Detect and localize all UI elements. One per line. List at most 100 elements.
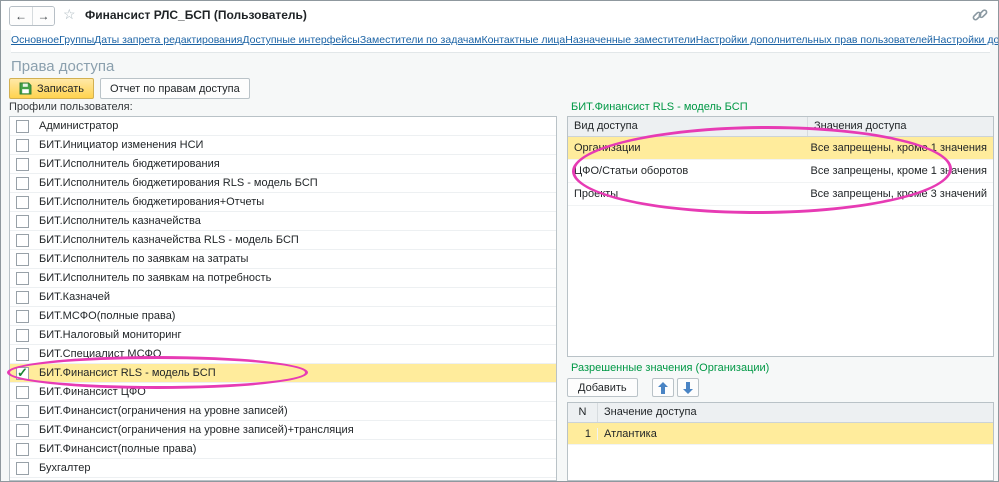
profile-checkbox[interactable] [16, 310, 29, 323]
nav-link[interactable]: Даты запрета редактирования [94, 34, 242, 46]
chain-icon [972, 7, 988, 23]
profile-row[interactable]: БИТ.Исполнитель бюджетирования RLS - мод… [10, 174, 556, 193]
nav-link[interactable]: Заместители по задачам [360, 34, 482, 46]
profile-checkbox[interactable] [16, 177, 29, 190]
profile-label: БИТ.Специалист МСФО [39, 348, 161, 360]
allowed-values-header: N Значение доступа [568, 403, 993, 423]
profile-row[interactable]: Бухгалтер [10, 459, 556, 478]
allowed-values-title: Разрешенные значения (Организации) [571, 362, 769, 374]
add-button[interactable]: Добавить [567, 378, 638, 397]
profile-checkbox[interactable] [16, 348, 29, 361]
profile-row[interactable]: Администратор [10, 117, 556, 136]
profile-label: БИТ.Исполнитель казначейства [39, 215, 201, 227]
profile-checkbox[interactable] [16, 329, 29, 342]
nav-link[interactable]: Назначенные заместители [565, 34, 696, 46]
profile-checkbox[interactable] [16, 196, 29, 209]
forward-button[interactable]: → [32, 7, 54, 25]
access-kinds-header: Вид доступа Значения доступа [568, 117, 993, 137]
access-kind-row[interactable]: ЦФО/Статьи оборотовВсе запрещены, кроме … [568, 160, 993, 183]
move-up-button[interactable] [652, 378, 674, 397]
profile-row[interactable]: БИТ.Инициатор изменения НСИ [10, 136, 556, 155]
move-down-button[interactable] [677, 378, 699, 397]
profile-checkbox[interactable] [16, 291, 29, 304]
profile-label: БИТ.Финансист RLS - модель БСП [39, 367, 216, 379]
profile-label: БИТ.Исполнитель по заявкам на потребност… [39, 272, 271, 284]
nav-link[interactable]: Контактные лица [481, 34, 565, 46]
profile-label: БИТ.Исполнитель казначейства RLS - модел… [39, 234, 299, 246]
profile-label: Бухгалтер [39, 462, 90, 474]
profile-checkbox[interactable] [16, 215, 29, 228]
nav-link[interactable]: Доступные интерфейсы [242, 34, 359, 46]
profile-row[interactable]: БИТ.Исполнитель бюджетирования+Отчеты [10, 193, 556, 212]
profile-row[interactable]: БИТ.Исполнитель по заявкам на затраты [10, 250, 556, 269]
report-button-label: Отчет по правам доступа [110, 83, 240, 95]
save-button[interactable]: Записать [9, 78, 94, 99]
profiles-list: Администратор БИТ.Инициатор изменения НСИ… [9, 116, 557, 481]
profile-checkbox[interactable] [16, 158, 29, 171]
access-kinds-table: Вид доступа Значения доступа Организации… [567, 116, 994, 357]
profile-checkbox[interactable] [16, 386, 29, 399]
access-value-cell: Все запрещены, кроме 1 значения [805, 142, 993, 154]
profile-row[interactable]: БИТ.Исполнитель бюджетирования [10, 155, 556, 174]
profile-checkbox[interactable] [16, 443, 29, 456]
allowed-values-rows: 1Атлантика [568, 423, 993, 445]
nav-link[interactable]: Основное [11, 34, 59, 46]
save-button-label: Записать [37, 83, 84, 95]
profile-label: БИТ.Финансист(полные права) [39, 443, 196, 455]
column-header-access-values[interactable]: Значения доступа [808, 117, 993, 136]
access-value-cell: Все запрещены, кроме 1 значения [805, 165, 993, 177]
column-header-access-kind[interactable]: Вид доступа [568, 117, 808, 136]
profile-checkbox[interactable] [16, 234, 29, 247]
profile-label: БИТ.Казначей [39, 291, 110, 303]
access-kinds-title: БИТ.Финансист RLS - модель БСП [571, 101, 748, 113]
profile-label: БИТ.Инициатор изменения НСИ [39, 139, 203, 151]
profile-row[interactable]: БИТ.Исполнитель казначейства RLS - модел… [10, 231, 556, 250]
get-link-icon[interactable] [972, 7, 988, 28]
profile-row[interactable]: БИТ.Исполнитель по заявкам на потребност… [10, 269, 556, 288]
nav-link[interactable]: Группы [59, 34, 94, 46]
profile-row[interactable]: БИТ.МСФО(полные права) [10, 307, 556, 326]
nav-link[interactable]: Настройки доступности вариантов [933, 34, 999, 46]
profile-row[interactable]: БИТ.Казначей [10, 288, 556, 307]
back-button[interactable]: ← [10, 7, 32, 25]
profile-row[interactable]: БИТ.Финансист(ограничения на уровне запи… [10, 421, 556, 440]
arrow-down-icon [683, 382, 693, 394]
profile-checkbox[interactable] [16, 424, 29, 437]
access-kind-row[interactable]: ПроектыВсе запрещены, кроме 3 значений [568, 183, 993, 206]
allowed-value-row[interactable]: 1Атлантика [568, 423, 993, 445]
profile-row[interactable]: БИТ.Финансист(полные права) [10, 440, 556, 459]
nav-link[interactable]: Настройки дополнительных прав пользовате… [696, 34, 933, 46]
allowed-values-table: N Значение доступа 1Атлантика [567, 402, 994, 481]
title-bar: ← → ☆ Финансист РЛС_БСП (Пользователь) [1, 1, 998, 30]
access-report-button[interactable]: Отчет по правам доступа [100, 78, 250, 99]
profile-label: БИТ.Финансист(ограничения на уровне запи… [39, 424, 354, 436]
profile-checkbox[interactable] [16, 272, 29, 285]
access-kind-row[interactable]: ОрганизацииВсе запрещены, кроме 1 значен… [568, 137, 993, 160]
access-value-cell: Все запрещены, кроме 3 значений [804, 188, 993, 200]
profile-checkbox[interactable] [16, 120, 29, 133]
profile-row[interactable]: БИТ.Налоговый мониторинг [10, 326, 556, 345]
favorite-star-icon[interactable]: ☆ [63, 6, 76, 23]
row-number-cell: 1 [568, 428, 598, 440]
profile-checkbox[interactable] [16, 139, 29, 152]
arrow-up-icon [658, 382, 668, 394]
profile-row[interactable]: БИТ.Финансист(ограничения на уровне запи… [10, 402, 556, 421]
profile-checkbox[interactable] [16, 462, 29, 475]
profile-row[interactable]: БИТ.Финансист RLS - модель БСП [10, 364, 556, 383]
access-kind-cell: Проекты [568, 188, 804, 200]
toolbar: Записать Отчет по правам доступа [9, 78, 250, 99]
page-title: Права доступа [11, 58, 114, 75]
access-kinds-rows: ОрганизацииВсе запрещены, кроме 1 значен… [568, 137, 993, 206]
history-nav-group: ← → [9, 6, 55, 26]
profile-checkbox[interactable] [16, 367, 29, 380]
profile-label: БИТ.Финансист ЦФО [39, 386, 146, 398]
profile-row[interactable]: БИТ.Специалист МСФО [10, 345, 556, 364]
profile-checkbox[interactable] [16, 405, 29, 418]
profile-row[interactable]: БИТ.Исполнитель казначейства [10, 212, 556, 231]
column-header-number[interactable]: N [568, 403, 598, 422]
profile-row[interactable]: БИТ.Финансист ЦФО [10, 383, 556, 402]
profile-checkbox[interactable] [16, 253, 29, 266]
profile-label: БИТ.Налоговый мониторинг [39, 329, 182, 341]
profile-label: Администратор [39, 120, 118, 132]
column-header-access-value[interactable]: Значение доступа [598, 403, 993, 422]
